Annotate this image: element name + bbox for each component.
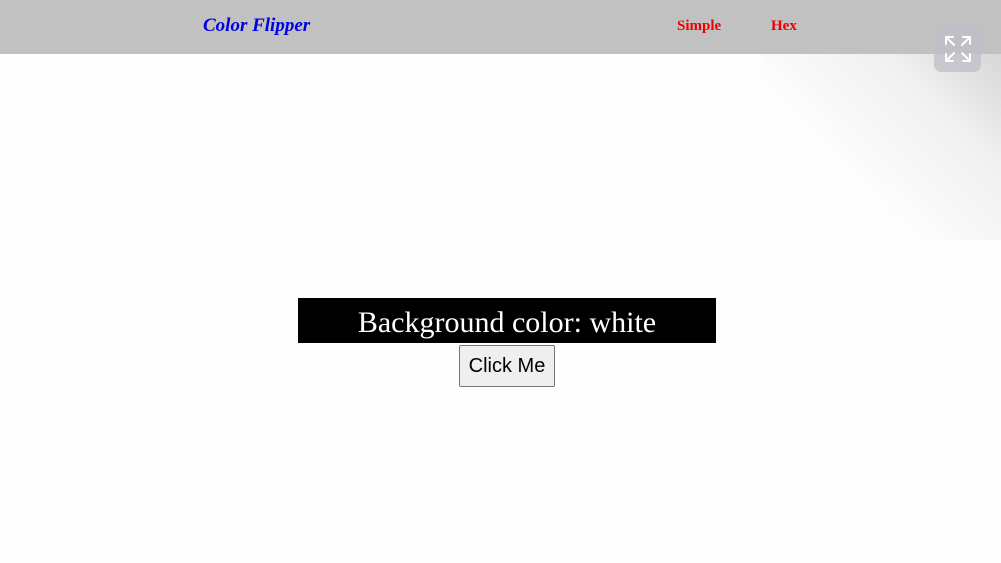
fullscreen-button[interactable]: [934, 25, 981, 72]
background-color-value: white: [589, 306, 657, 339]
nav-link-hex[interactable]: Hex: [771, 18, 797, 35]
navbar: Color Flipper Simple Hex: [0, 0, 1001, 54]
brand-logo[interactable]: Color Flipper: [203, 15, 310, 37]
expand-arrows-icon: [944, 35, 971, 62]
nav-link-simple[interactable]: Simple: [677, 18, 721, 35]
click-me-button[interactable]: Click Me: [459, 345, 555, 387]
background-color-label: Background color: white: [298, 298, 716, 343]
page: Color Flipper Simple Hex Background colo…: [0, 0, 1001, 563]
background-color-prefix: Background color:: [357, 306, 590, 339]
